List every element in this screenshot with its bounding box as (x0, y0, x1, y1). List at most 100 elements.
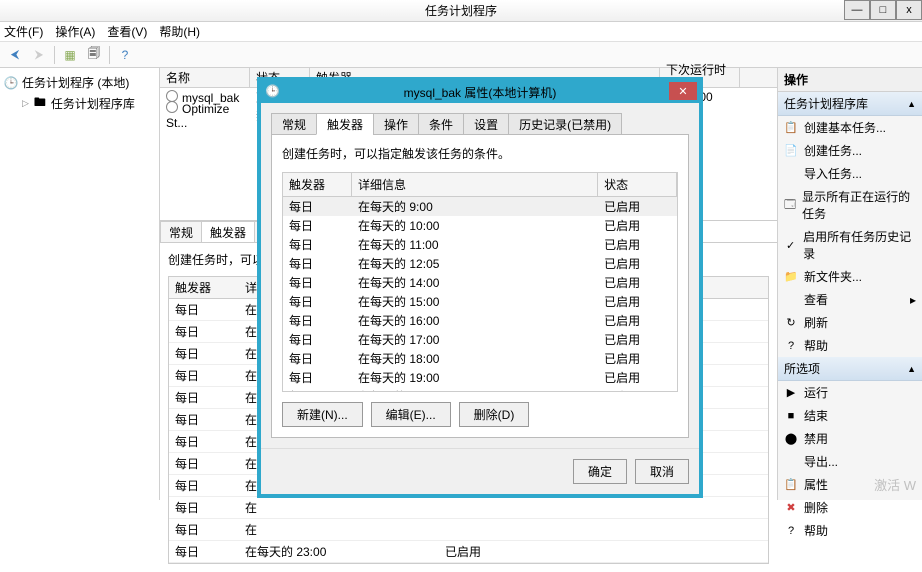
action-label: 新文件夹... (804, 268, 862, 285)
trigger-row[interactable]: 每日在每天的 10:00已启用 (283, 216, 677, 235)
action-label: 导入任务... (804, 165, 862, 182)
action-icon: 📁 (784, 270, 798, 284)
actions-pane: 操作 任务计划程序库 ▲ 📋创建基本任务...📄创建任务...导入任务...🗔显… (777, 68, 922, 500)
dialog-titlebar[interactable]: 🕒 mysql_bak 属性(本地计算机) ✕ (261, 81, 699, 103)
tree-library[interactable]: ▷ 🖿 任务计划程序库 (4, 93, 155, 114)
action-icon: ▦ (64, 48, 75, 62)
dlg-col-detail[interactable]: 详细信息 (352, 173, 598, 196)
dialog-tab[interactable]: 条件 (418, 113, 464, 135)
actions-group-selection: 所选项 ▲ (778, 357, 922, 381)
action-item[interactable]: 导出... (778, 450, 922, 473)
col-name[interactable]: 名称 (160, 68, 250, 87)
action-item[interactable]: ?帮助 (778, 334, 922, 357)
action-item[interactable]: ▶运行 (778, 381, 922, 404)
trigger-row[interactable]: 每日在每天的 18:00已启用 (283, 349, 677, 368)
toolbar-action-button[interactable]: ▦ (59, 44, 81, 66)
detail-row[interactable]: 每日在每天的 23:00已启用 (169, 541, 768, 563)
collapse-icon[interactable]: ▲ (907, 364, 916, 374)
new-trigger-button[interactable]: 新建(N)... (282, 402, 363, 427)
toolbar: ⮜ ⮞ ▦ 🗐 ? (0, 42, 922, 68)
dialog-tab[interactable]: 常规 (271, 113, 317, 135)
maximize-button[interactable]: □ (870, 0, 896, 20)
trigger-row[interactable]: 每日在每天的 16:00已启用 (283, 311, 677, 330)
action-label: 属性 (804, 476, 828, 493)
action-label: 启用所有任务历史记录 (803, 228, 916, 262)
close-button[interactable]: x (896, 0, 922, 20)
toolbar-refresh-button[interactable]: 🗐 (83, 44, 105, 66)
action-icon: ■ (784, 409, 798, 423)
dialog-tab[interactable]: 触发器 (316, 113, 374, 135)
dialog-app-icon: 🕒 (265, 84, 281, 100)
trigger-row[interactable]: 每日在每天的 20:00已启用 (283, 387, 677, 392)
action-item[interactable]: 📋创建基本任务... (778, 116, 922, 139)
dlg-col-status[interactable]: 状态 (598, 173, 677, 196)
action-item[interactable]: 查看▸ (778, 288, 922, 311)
trigger-row[interactable]: 每日在每天的 12:05已启用 (283, 254, 677, 273)
collapse-icon[interactable]: ▲ (907, 99, 916, 109)
window-titlebar: 任务计划程序 — □ x (0, 0, 922, 22)
action-item[interactable]: 导入任务... (778, 162, 922, 185)
action-icon (784, 293, 798, 307)
action-item[interactable]: ✖删除 (778, 496, 922, 519)
minimize-button[interactable]: — (844, 0, 870, 20)
trigger-row[interactable]: 每日在每天的 14:00已启用 (283, 273, 677, 292)
menu-file[interactable]: 文件(F) (4, 23, 43, 40)
dialog-tab[interactable]: 操作 (373, 113, 419, 135)
trigger-row[interactable]: 每日在每天的 19:00已启用 (283, 368, 677, 387)
trigger-row[interactable]: 每日在每天的 17:00已启用 (283, 330, 677, 349)
actions-title: 操作 (778, 68, 922, 92)
action-label: 结束 (804, 407, 828, 424)
dialog-tab[interactable]: 设置 (463, 113, 509, 135)
detail-row[interactable]: 每日在 (169, 519, 768, 541)
dialog-close-button[interactable]: ✕ (669, 82, 697, 100)
action-item[interactable]: ✓ 启用所有任务历史记录 (778, 225, 922, 265)
action-icon: ↻ (784, 316, 798, 330)
trigger-table: 触发器 详细信息 状态 每日在每天的 9:00已启用每日在每天的 10:00已启… (282, 172, 678, 392)
action-label: 创建基本任务... (804, 119, 886, 136)
back-icon: ⮜ (11, 47, 20, 62)
dialog-tab[interactable]: 历史记录(已禁用) (508, 113, 622, 135)
action-item[interactable]: 📄创建任务... (778, 139, 922, 162)
edit-trigger-button[interactable]: 编辑(E)... (371, 402, 451, 427)
task-icon (166, 101, 178, 113)
action-icon: ✓ (784, 238, 797, 252)
delete-trigger-button[interactable]: 删除(D) (459, 402, 530, 427)
detail-tab[interactable]: 触发器 (201, 221, 255, 242)
cancel-button[interactable]: 取消 (635, 459, 689, 484)
tree-root[interactable]: 🕒 任务计划程序 (本地) (4, 72, 155, 93)
action-item[interactable]: 🗔显示所有正在运行的任务 (778, 185, 922, 225)
action-item[interactable]: ■ 结束 (778, 404, 922, 427)
tree-library-label: 任务计划程序库 (51, 95, 135, 112)
detail-row[interactable]: 每日在 (169, 497, 768, 519)
action-item[interactable]: ?帮助 (778, 519, 922, 542)
clock-icon: 🕒 (4, 76, 18, 90)
dialog-description: 创建任务时，可以指定触发该任务的条件。 (282, 145, 678, 162)
folder-icon: 🖿 (33, 97, 47, 111)
ok-button[interactable]: 确定 (573, 459, 627, 484)
action-icon: ⬤ (784, 432, 798, 446)
menu-action[interactable]: 操作(A) (55, 23, 95, 40)
menu-view[interactable]: 查看(V) (107, 23, 147, 40)
detail-tab[interactable]: 常规 (160, 221, 202, 242)
window-title: 任务计划程序 (425, 2, 497, 19)
action-icon: ▶ (784, 386, 798, 400)
action-icon: ✖ (784, 501, 798, 515)
properties-dialog: 🕒 mysql_bak 属性(本地计算机) ✕ 常规触发器操作条件设置历史记录(… (260, 80, 700, 495)
toolbar-help-button[interactable]: ? (114, 44, 136, 66)
trigger-row[interactable]: 每日在每天的 9:00已启用 (283, 197, 677, 216)
action-label: 帮助 (804, 337, 828, 354)
action-item[interactable]: ↻刷新 (778, 311, 922, 334)
tree-pane: 🕒 任务计划程序 (本地) ▷ 🖿 任务计划程序库 (0, 68, 160, 500)
chevron-right-icon: ▷ (22, 98, 29, 109)
back-button[interactable]: ⮜ (4, 44, 26, 66)
action-item[interactable]: 📁 新文件夹... (778, 265, 922, 288)
action-label: 禁用 (804, 430, 828, 447)
action-item[interactable]: ⬤ 禁用 (778, 427, 922, 450)
dlg-col-trigger[interactable]: 触发器 (283, 173, 352, 196)
bp-col-trigger[interactable]: 触发器 (169, 277, 239, 298)
forward-button[interactable]: ⮞ (28, 44, 50, 66)
trigger-row[interactable]: 每日在每天的 15:00已启用 (283, 292, 677, 311)
trigger-row[interactable]: 每日在每天的 11:00已启用 (283, 235, 677, 254)
menu-help[interactable]: 帮助(H) (159, 23, 200, 40)
help-icon: ? (122, 48, 129, 62)
